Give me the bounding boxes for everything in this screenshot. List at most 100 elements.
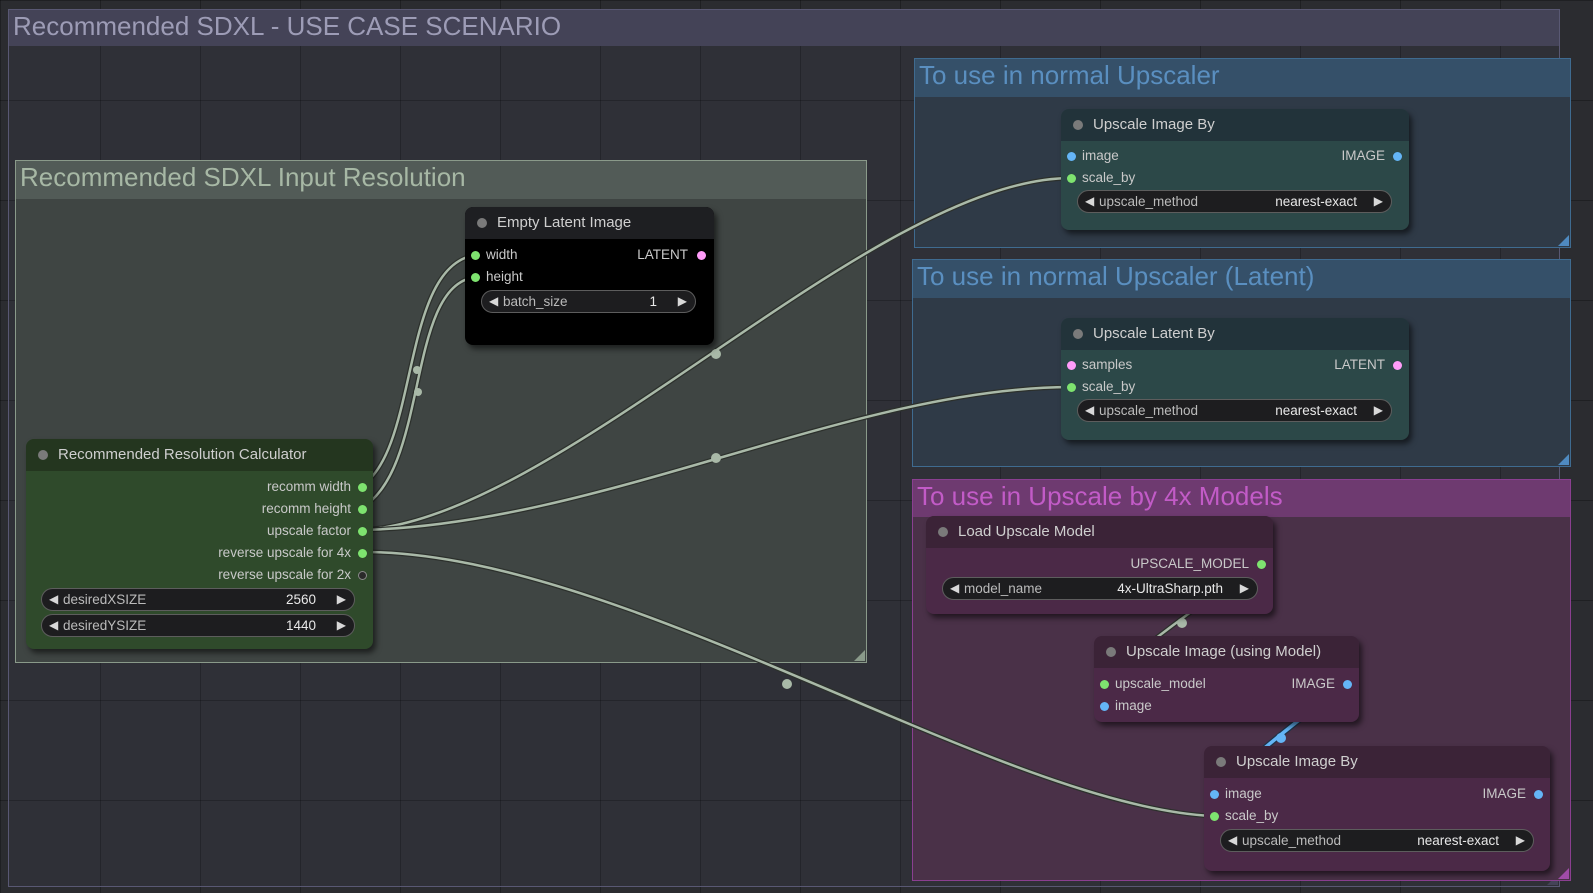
input-slot-width[interactable] — [471, 251, 480, 260]
group-resize-handle[interactable] — [1558, 868, 1569, 879]
widget-name: upscale_method — [1099, 194, 1199, 209]
decrement-arrow-icon[interactable]: ◀ — [950, 578, 959, 599]
input-slot-image[interactable] — [1210, 790, 1219, 799]
output-label: IMAGE — [1291, 676, 1335, 691]
increment-arrow-icon[interactable]: ▶ — [1516, 830, 1525, 851]
collapse-dot-icon[interactable] — [1073, 329, 1083, 339]
node-load-upscale-model[interactable]: Load Upscale Model UPSCALE_MODEL ◀ model… — [926, 516, 1273, 614]
input-label: scale_by — [1082, 170, 1136, 185]
input-slot-image[interactable] — [1067, 152, 1076, 161]
output-slot-image[interactable] — [1343, 680, 1352, 689]
output-label: IMAGE — [1341, 148, 1385, 163]
increment-arrow-icon[interactable]: ▶ — [1374, 191, 1383, 212]
widget-value: 4x-UltraSharp.pth — [1117, 581, 1223, 596]
widget-value: nearest-exact — [1275, 403, 1357, 418]
group-resize-handle[interactable] — [1558, 235, 1569, 246]
widget-name: model_name — [964, 581, 1043, 596]
input-row-width: width LATENT — [465, 245, 714, 265]
input-row-image: image — [1094, 696, 1359, 716]
input-label: image — [1082, 148, 1119, 163]
output-slot-upscale-factor[interactable] — [358, 527, 367, 536]
widget-value: 1440 — [285, 618, 316, 633]
decrement-arrow-icon[interactable]: ◀ — [1228, 830, 1237, 851]
node-title-bar[interactable]: Empty Latent Image — [465, 207, 714, 239]
output-label: LATENT — [1334, 357, 1385, 372]
widget-name: upscale_method — [1099, 403, 1199, 418]
input-label: samples — [1082, 357, 1133, 372]
group-resize-handle[interactable] — [854, 650, 865, 661]
collapse-dot-icon[interactable] — [938, 527, 948, 537]
decrement-arrow-icon[interactable]: ◀ — [49, 589, 58, 610]
node-upscale-image-by[interactable]: Upscale Image By image IMAGE scale_by ◀ … — [1061, 109, 1409, 230]
output-slot-reverse-4x[interactable] — [358, 549, 367, 558]
collapse-dot-icon[interactable] — [1106, 647, 1116, 657]
output-row: reverse upscale for 4x — [26, 543, 373, 563]
input-label: image — [1115, 698, 1152, 713]
decrement-arrow-icon[interactable]: ◀ — [1085, 191, 1094, 212]
input-slot-image[interactable] — [1100, 702, 1109, 711]
input-row-scale-by: scale_by — [1204, 806, 1550, 826]
output-slot-reverse-2x[interactable] — [358, 571, 367, 580]
group-resize-handle[interactable] — [1558, 454, 1569, 465]
decrement-arrow-icon[interactable]: ◀ — [489, 291, 498, 312]
widget-desired-xsize[interactable]: ◀ desiredXSIZE 2560 ▶ — [41, 588, 355, 611]
widget-name: batch_size — [503, 294, 568, 309]
node-upscale-image-by-model[interactable]: Upscale Image By image IMAGE scale_by ◀ … — [1204, 746, 1550, 871]
output-slot-latent[interactable] — [697, 251, 706, 260]
input-slot-scale-by[interactable] — [1067, 174, 1076, 183]
increment-arrow-icon[interactable]: ▶ — [678, 291, 687, 312]
input-label: upscale_model — [1115, 676, 1206, 691]
node-upscale-latent-by[interactable]: Upscale Latent By samples LATENT scale_b… — [1061, 318, 1409, 440]
input-row-scale-by: scale_by — [1061, 168, 1409, 188]
collapse-dot-icon[interactable] — [1216, 757, 1226, 767]
output-slot-image[interactable] — [1393, 152, 1402, 161]
collapse-dot-icon[interactable] — [1073, 120, 1083, 130]
input-label: height — [486, 269, 523, 284]
output-slot-image[interactable] — [1534, 790, 1543, 799]
widget-value: 2560 — [285, 592, 316, 607]
increment-arrow-icon[interactable]: ▶ — [1240, 578, 1249, 599]
widget-value: nearest-exact — [1417, 833, 1499, 848]
widget-desired-ysize[interactable]: ◀ desiredYSIZE 1440 ▶ — [41, 614, 355, 637]
widget-upscale-method[interactable]: ◀ upscale_method nearest-exact ▶ — [1077, 399, 1392, 422]
node-title-bar[interactable]: Upscale Image By — [1061, 109, 1409, 141]
widget-model-name[interactable]: ◀ model_name 4x-UltraSharp.pth ▶ — [942, 577, 1258, 600]
output-slot-upscale-model[interactable] — [1257, 560, 1266, 569]
input-slot-samples[interactable] — [1067, 361, 1076, 370]
decrement-arrow-icon[interactable]: ◀ — [1085, 400, 1094, 421]
node-title-bar[interactable]: Upscale Latent By — [1061, 318, 1409, 350]
widget-upscale-method[interactable]: ◀ upscale_method nearest-exact ▶ — [1077, 190, 1392, 213]
widget-batch-size[interactable]: ◀ batch_size 1 ▶ — [481, 290, 696, 313]
output-slot-recomm-height[interactable] — [358, 505, 367, 514]
output-slot-latent[interactable] — [1393, 361, 1402, 370]
input-slot-scale-by[interactable] — [1210, 812, 1219, 821]
node-title-bar[interactable]: Upscale Image By — [1204, 746, 1550, 778]
output-slot-recomm-width[interactable] — [358, 483, 367, 492]
increment-arrow-icon[interactable]: ▶ — [1374, 400, 1383, 421]
node-title: Upscale Image By — [1093, 116, 1215, 133]
increment-arrow-icon[interactable]: ▶ — [337, 615, 346, 636]
widget-upscale-method[interactable]: ◀ upscale_method nearest-exact ▶ — [1220, 829, 1534, 852]
node-title-bar[interactable]: Upscale Image (using Model) — [1094, 636, 1359, 668]
collapse-dot-icon[interactable] — [38, 450, 48, 460]
decrement-arrow-icon[interactable]: ◀ — [49, 615, 58, 636]
group-title: To use in Upscale by 4x Models — [913, 480, 1570, 517]
node-title-bar[interactable]: Recommended Resolution Calculator — [26, 439, 373, 471]
output-row: reverse upscale for 2x — [26, 565, 373, 585]
node-recommended-resolution-calculator[interactable]: Recommended Resolution Calculator recomm… — [26, 439, 373, 649]
node-title: Upscale Latent By — [1093, 325, 1215, 342]
collapse-dot-icon[interactable] — [477, 218, 487, 228]
output-row: UPSCALE_MODEL — [926, 554, 1273, 574]
input-slot-height[interactable] — [471, 273, 480, 282]
node-title: Load Upscale Model — [958, 523, 1095, 540]
node-empty-latent-image[interactable]: Empty Latent Image width LATENT height ◀… — [465, 207, 714, 345]
node-title: Recommended Resolution Calculator — [58, 446, 307, 463]
input-label: image — [1225, 786, 1262, 801]
widget-value: 1 — [649, 294, 657, 309]
increment-arrow-icon[interactable]: ▶ — [337, 589, 346, 610]
node-upscale-image-using-model[interactable]: Upscale Image (using Model) upscale_mode… — [1094, 636, 1359, 722]
node-title-bar[interactable]: Load Upscale Model — [926, 516, 1273, 548]
input-slot-scale-by[interactable] — [1067, 383, 1076, 392]
widget-name: desiredXSIZE — [63, 592, 147, 607]
input-slot-upscale-model[interactable] — [1100, 680, 1109, 689]
